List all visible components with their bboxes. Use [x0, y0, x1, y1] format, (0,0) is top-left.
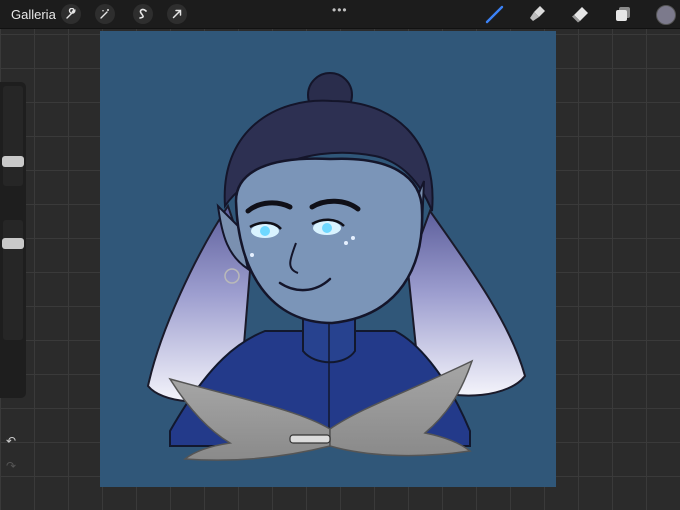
layers-icon[interactable] [612, 4, 634, 24]
opacity-thumb[interactable] [2, 238, 24, 249]
brush-icon[interactable] [484, 4, 506, 24]
iris-right [322, 223, 332, 233]
transform-arrow-icon[interactable] [167, 4, 187, 24]
elf-portrait-artwork [146, 72, 527, 461]
left-sidebar: ↶ ↷ [0, 82, 26, 473]
brush-size-thumb[interactable] [2, 156, 24, 167]
undo-arrow-icon[interactable]: ↶ [6, 434, 16, 448]
brush-size-slider[interactable] [2, 86, 24, 186]
clasp [289, 434, 331, 444]
face-mark [250, 253, 254, 257]
face-mark [351, 236, 355, 240]
selection-s-icon[interactable] [133, 4, 153, 24]
color-picker-swatch[interactable] [656, 5, 676, 25]
top-toolbar: Galleria ••• [0, 0, 680, 29]
adjustments-magic-wand-icon[interactable] [95, 4, 115, 24]
iris-left [260, 226, 270, 236]
redo-arrow-icon[interactable]: ↷ [6, 459, 16, 473]
face-mark [344, 241, 348, 245]
gallery-button[interactable]: Galleria [11, 7, 56, 22]
more-options-icon[interactable]: ••• [332, 3, 348, 17]
actions-wrench-icon[interactable] [61, 4, 81, 24]
drawing-canvas[interactable] [100, 31, 556, 487]
smudge-icon[interactable] [526, 4, 548, 24]
opacity-slider[interactable] [2, 220, 24, 340]
eraser-icon[interactable] [569, 4, 591, 24]
face [234, 157, 424, 325]
